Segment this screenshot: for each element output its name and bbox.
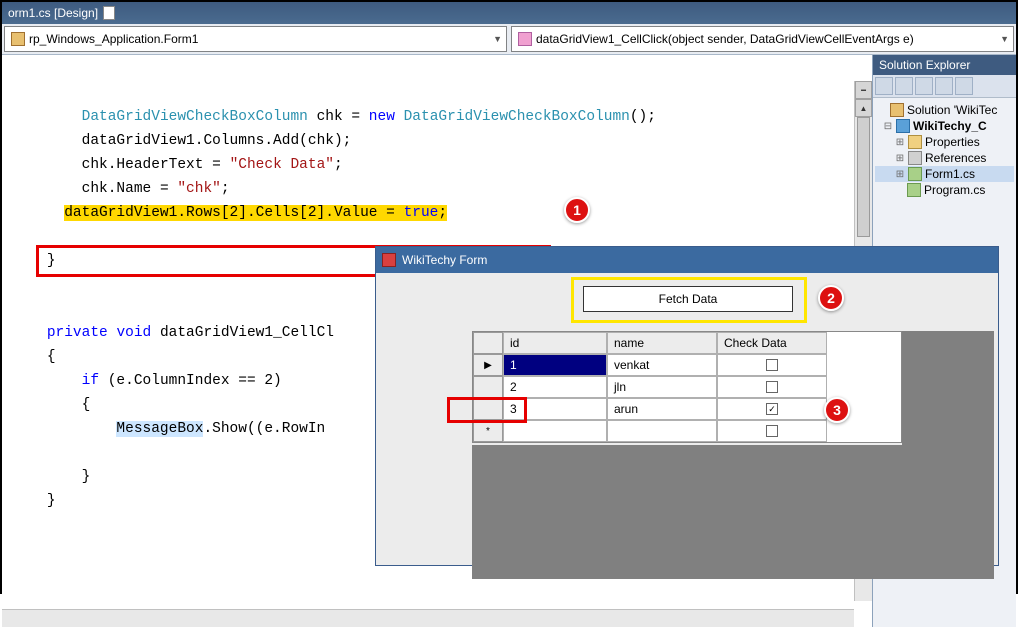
tab-title: orm1.cs [Design] <box>8 6 98 20</box>
annotation-badge-3: 3 <box>824 397 850 423</box>
solution-icon <box>890 103 904 117</box>
grid-corner[interactable] <box>473 332 503 354</box>
class-dropdown[interactable]: rp_Windows_Application.Form1 ▼ <box>4 26 507 52</box>
tree-form1[interactable]: ⊞Form1.cs <box>875 166 1014 182</box>
column-header-name[interactable]: name <box>607 332 717 354</box>
checkbox[interactable] <box>766 381 778 393</box>
grid-row[interactable]: 2 jln <box>473 376 901 398</box>
tree-project[interactable]: ⊟WikiTechy_C <box>875 118 1014 134</box>
tree-solution[interactable]: Solution 'WikiTec <box>875 102 1014 118</box>
folder-icon <box>908 135 922 149</box>
app-icon <box>382 253 396 267</box>
highlight-box-2 <box>571 277 807 323</box>
references-icon <box>908 151 922 165</box>
code-token: DataGridViewCheckBoxColumn <box>82 109 308 125</box>
solution-tree[interactable]: Solution 'WikiTec ⊟WikiTechy_C ⊞Properti… <box>873 98 1016 202</box>
grid-background <box>472 445 902 579</box>
checkbox-cell[interactable] <box>717 420 827 442</box>
scroll-up-icon[interactable]: ▲ <box>855 99 872 117</box>
checkbox-checked[interactable]: ✓ <box>766 403 778 415</box>
toolbar-icon[interactable] <box>875 77 893 95</box>
new-row-indicator[interactable]: * <box>473 420 503 442</box>
toolbar-icon[interactable] <box>895 77 913 95</box>
annotation-badge-1: 1 <box>564 197 590 223</box>
document-tab[interactable]: orm1.cs [Design] <box>2 2 1016 24</box>
chevron-down-icon: ▼ <box>1000 34 1009 44</box>
tree-references[interactable]: ⊞References <box>875 150 1014 166</box>
highlight-box-3 <box>447 397 527 423</box>
grid-background <box>902 331 994 579</box>
panel-title: Solution Explorer <box>873 55 1016 75</box>
checkbox[interactable] <box>766 359 778 371</box>
checkbox-cell[interactable] <box>717 376 827 398</box>
row-indicator[interactable]: ▶ <box>473 354 503 376</box>
grid-row[interactable]: ▶ 1 venkat <box>473 354 901 376</box>
winform-title: WikiTechy Form <box>402 253 487 267</box>
scroll-split-icon[interactable]: ━ <box>855 81 872 99</box>
toolbar-icon[interactable] <box>915 77 933 95</box>
event-icon <box>518 32 532 46</box>
checkbox[interactable] <box>766 425 778 437</box>
explorer-toolbar <box>873 75 1016 98</box>
project-icon <box>896 119 910 133</box>
chevron-down-icon: ▼ <box>493 34 502 44</box>
checkbox-cell[interactable] <box>717 354 827 376</box>
document-icon <box>103 6 115 20</box>
tree-properties[interactable]: ⊞Properties <box>875 134 1014 150</box>
row-header[interactable] <box>473 376 503 398</box>
toolbar-icon[interactable] <box>935 77 953 95</box>
winform-titlebar[interactable]: WikiTechy Form <box>376 247 998 273</box>
horizontal-scrollbar[interactable] <box>2 609 854 627</box>
toolbar-icon[interactable] <box>955 77 973 95</box>
datagridview[interactable]: id name Check Data ▶ 1 venkat 2 jln 3 ar… <box>472 331 902 443</box>
annotation-badge-2: 2 <box>818 285 844 311</box>
grid-new-row[interactable]: * <box>473 420 901 442</box>
csharp-file-icon <box>907 183 921 197</box>
column-header-id[interactable]: id <box>503 332 607 354</box>
grid-header-row: id name Check Data <box>473 332 901 354</box>
navigation-bar: rp_Windows_Application.Form1 ▼ dataGridV… <box>2 24 1016 55</box>
scroll-thumb[interactable] <box>857 117 870 237</box>
checkbox-cell[interactable]: ✓ <box>717 398 827 420</box>
column-header-check[interactable]: Check Data <box>717 332 827 354</box>
class-icon <box>11 32 25 46</box>
tree-program[interactable]: Program.cs <box>875 182 1014 198</box>
csharp-file-icon <box>908 167 922 181</box>
method-dropdown[interactable]: dataGridView1_CellClick(object sender, D… <box>511 26 1014 52</box>
